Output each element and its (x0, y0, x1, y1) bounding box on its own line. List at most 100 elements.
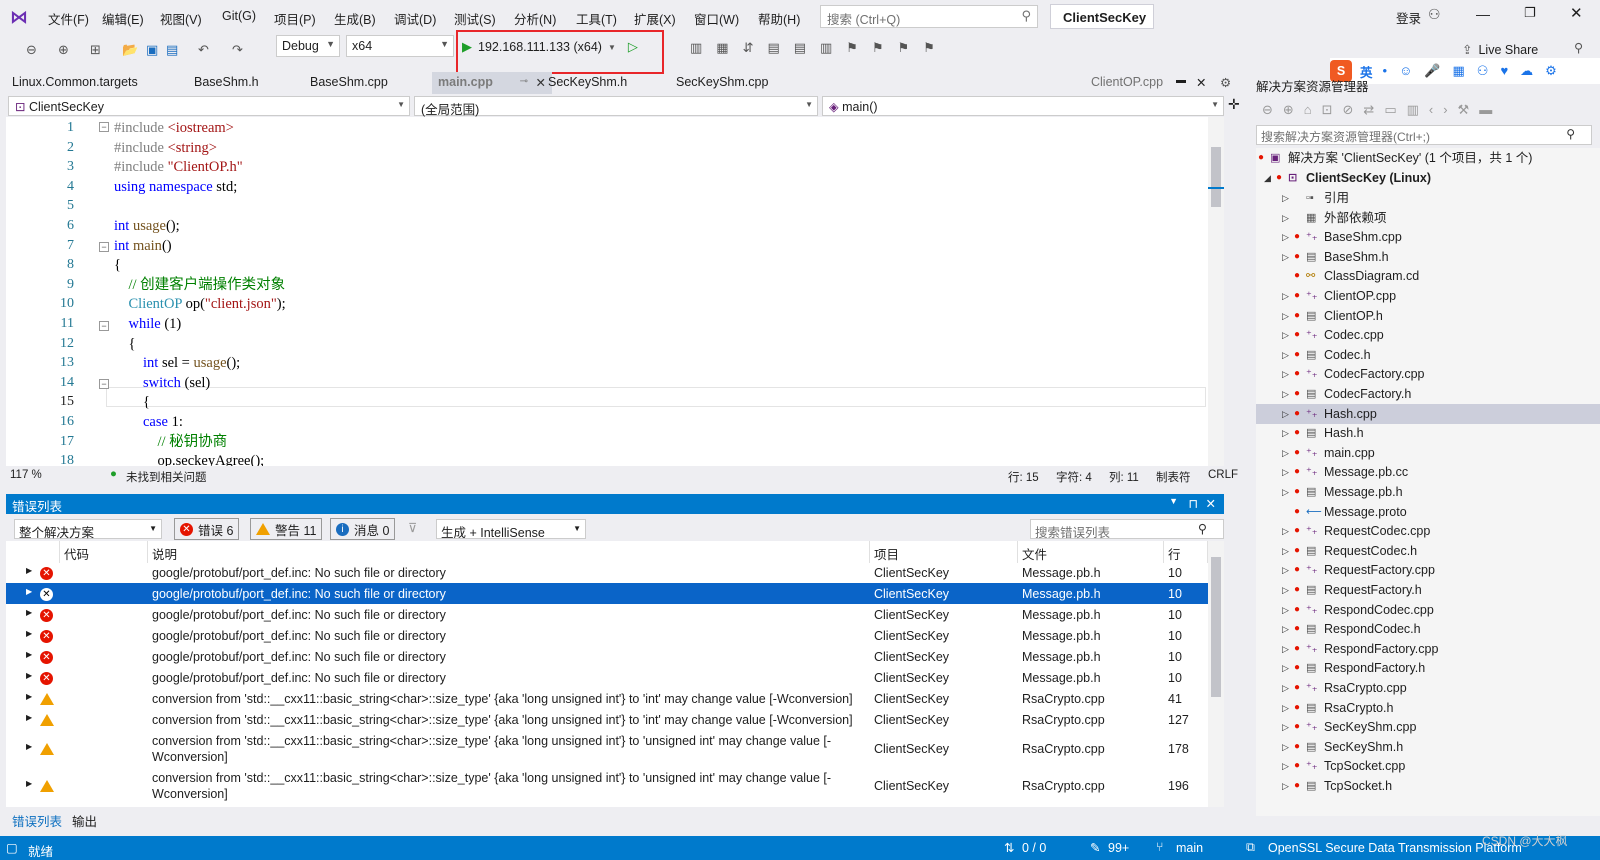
maximize-button[interactable]: ❐ (1524, 5, 1536, 21)
tree-item[interactable]: ▷ ● ▤ TcpSocket.h (1256, 776, 1600, 796)
expand-icon[interactable]: ▶ (26, 692, 32, 701)
tree-item[interactable]: ▷ ● ▤ ClientOP.h (1256, 306, 1600, 326)
code-line[interactable]: switch (sel) (114, 373, 210, 393)
menu-item[interactable]: 工具(T) (576, 9, 617, 28)
login-link[interactable]: 登录 (1396, 8, 1421, 27)
editor-scrollbar[interactable] (1208, 117, 1224, 466)
close-button[interactable]: ✕ (1570, 4, 1583, 22)
toolbar-icons[interactable]: ▥▦⇵▤▤▥⚑⚑⚑⚑ (690, 40, 949, 56)
collapsed-icon[interactable]: ▷ (1282, 737, 1289, 757)
menu-item[interactable]: 视图(V) (160, 9, 202, 28)
new-project-icon[interactable]: ⊞ (90, 42, 101, 58)
tree-project[interactable]: ◢ ● ⊡ ClientSecKey (Linux) (1256, 168, 1600, 188)
close-icon[interactable]: ✕ (1206, 496, 1216, 511)
code-line[interactable]: // 创建客户端操作类对象 (114, 275, 286, 295)
code-line[interactable]: #include <string> (114, 138, 217, 158)
menu-item[interactable]: 项目(P) (274, 9, 316, 28)
menu-item[interactable]: 窗口(W) (694, 9, 739, 28)
error-search-input[interactable]: 搜索错误列表 ⚲ (1030, 519, 1224, 540)
expand-icon[interactable]: ▶ (26, 742, 32, 751)
tab-output[interactable]: 输出 (72, 811, 97, 830)
tree-item[interactable]: ▷ ▦ 外部依赖项 (1256, 208, 1600, 228)
scroll-thumb[interactable] (1211, 557, 1221, 697)
table-row[interactable]: ▶ ✕ google/protobuf/port_def.inc: No such … (6, 625, 1208, 646)
collapsed-icon[interactable]: ▷ (1282, 227, 1289, 247)
account-icon[interactable]: ⚇ (1428, 6, 1441, 23)
collapsed-icon[interactable]: ▷ (1282, 658, 1289, 678)
tree-item[interactable]: ▷ ● ⁺₊ BaseShm.cpp (1256, 227, 1600, 247)
menu-item[interactable]: 分析(N) (514, 9, 556, 28)
tab[interactable]: ClientOP.cpp (1091, 75, 1163, 89)
tree-item[interactable]: ▷ ● ⁺₊ ClientOP.cpp (1256, 286, 1600, 306)
column-header-code[interactable]: 代码 (60, 541, 148, 563)
table-row[interactable]: ▶ ✕ google/protobuf/port_def.inc: No such … (6, 583, 1208, 604)
feedback-icon[interactable]: ⚲ (1574, 40, 1583, 55)
tree-item[interactable]: ▷ ● ⁺₊ Hash.cpp (1256, 403, 1600, 424)
collapsed-icon[interactable]: ▷ (1282, 600, 1289, 620)
fold-icon[interactable]: − (99, 122, 109, 132)
warnings-filter[interactable]: 警告 11 (250, 518, 323, 540)
code-line[interactable]: #include "ClientOP.h" (114, 157, 243, 177)
platform-select[interactable]: x64 ▼ (346, 35, 454, 57)
collapsed-icon[interactable]: ▷ (1282, 384, 1289, 404)
menu-item[interactable]: Git(G) (222, 9, 256, 23)
live-share-button[interactable]: ⇪ Live Share (1462, 42, 1538, 58)
zoom-level[interactable]: 117 % (10, 469, 42, 481)
menu-item[interactable]: 文件(F) (48, 9, 89, 28)
tree-item[interactable]: ▷ ● ⁺₊ CodecFactory.cpp (1256, 364, 1600, 384)
config-select[interactable]: Debug ▼ (276, 35, 340, 57)
member-dropdown[interactable]: ◈ main() ▼ (822, 96, 1224, 116)
tab-mode[interactable]: 制表符 (1156, 469, 1191, 485)
tree-item[interactable]: ▷ ● ⁺₊ Codec.cpp (1256, 325, 1600, 345)
code-line[interactable]: case 1: (114, 412, 183, 432)
close-icon[interactable]: ✕ (536, 75, 546, 90)
code-line[interactable]: op.seckeyAgree(); (114, 451, 265, 466)
tree-item[interactable]: ▷ ● ⁺₊ main.cpp (1256, 443, 1600, 463)
code-line[interactable]: int main() (114, 236, 172, 256)
collapsed-icon[interactable]: ▷ (1282, 188, 1289, 208)
back-icon[interactable]: ⊖ (26, 42, 37, 58)
tree-solution[interactable]: ● ▣ 解决方案 'ClientSecKey' (1 个项目，共 1 个) (1256, 148, 1600, 168)
collapsed-icon[interactable]: ▷ (1282, 286, 1289, 306)
expand-icon[interactable]: ▶ (26, 608, 32, 617)
code-line[interactable]: #include <iostream> (114, 118, 234, 138)
messages-filter[interactable]: i 消息 0 (330, 518, 396, 540)
expand-icon[interactable]: ▶ (26, 779, 32, 788)
scope-dropdown[interactable]: (全局范围) ▼ (414, 96, 818, 117)
save-all-icon[interactable]: ▤ (166, 42, 178, 58)
tab-error-list[interactable]: 错误列表 (12, 811, 62, 830)
solution-search-input[interactable]: 搜索解决方案资源管理器(Ctrl+;) ⚲ (1256, 125, 1592, 145)
collapsed-icon[interactable]: ▷ (1282, 462, 1289, 482)
collapsed-icon[interactable]: ▷ (1282, 364, 1289, 384)
pin-icon[interactable]: ▬ (1176, 75, 1186, 86)
tree-item[interactable]: ▷ ▫▪ 引用 (1256, 188, 1600, 208)
edits-count[interactable]: 99+ (1108, 841, 1129, 855)
errors-filter[interactable]: ✕ 错误 6 (174, 518, 240, 540)
table-row[interactable]: ▶ conversion from 'std::__cxx11::basic_st… (6, 730, 1208, 767)
tab[interactable]: BaseShm.h (194, 75, 259, 89)
code-line[interactable]: int sel = usage(); (114, 353, 240, 373)
code-line[interactable]: { (114, 392, 150, 412)
split-icon[interactable]: ✛ (1228, 96, 1240, 113)
branch-name[interactable]: main (1176, 841, 1203, 855)
collapsed-icon[interactable]: ▷ (1282, 521, 1289, 541)
tab[interactable]: Linux.Common.targets (12, 75, 138, 89)
collapsed-icon[interactable]: ▷ (1282, 247, 1289, 267)
table-row[interactable]: ▶ conversion from 'std::__cxx11::basic_st… (6, 709, 1208, 730)
tree-item[interactable]: ● ⚯ ClassDiagram.cd (1256, 266, 1600, 286)
column-header-desc[interactable]: 说明 (148, 541, 870, 563)
forward-icon[interactable]: ⊕ (58, 42, 69, 58)
code-line[interactable]: // 秘钥协商 (114, 432, 228, 452)
tree-item[interactable]: ▷ ● ▤ CodecFactory.h (1256, 384, 1600, 404)
tree-item[interactable]: ▷ ● ⁺₊ Message.pb.cc (1256, 462, 1600, 482)
tree-item[interactable]: ● ⟵ Message.proto (1256, 502, 1600, 522)
table-row[interactable]: ▶ ✕ google/protobuf/port_def.inc: No such … (6, 562, 1208, 583)
undo-icon[interactable]: ↶ (198, 42, 209, 58)
tree-item[interactable]: ▷ ● ▤ RespondFactory.h (1256, 658, 1600, 678)
collapsed-icon[interactable]: ▷ (1282, 639, 1289, 659)
collapsed-icon[interactable]: ▷ (1282, 717, 1289, 737)
menu-item[interactable]: 编辑(E) (102, 9, 144, 28)
code-line[interactable]: int usage(); (114, 216, 180, 236)
scope-select[interactable]: 整个解决方案 ▼ (14, 519, 162, 540)
table-row[interactable]: ▶ ✕ google/protobuf/port_def.inc: No such … (6, 604, 1208, 625)
